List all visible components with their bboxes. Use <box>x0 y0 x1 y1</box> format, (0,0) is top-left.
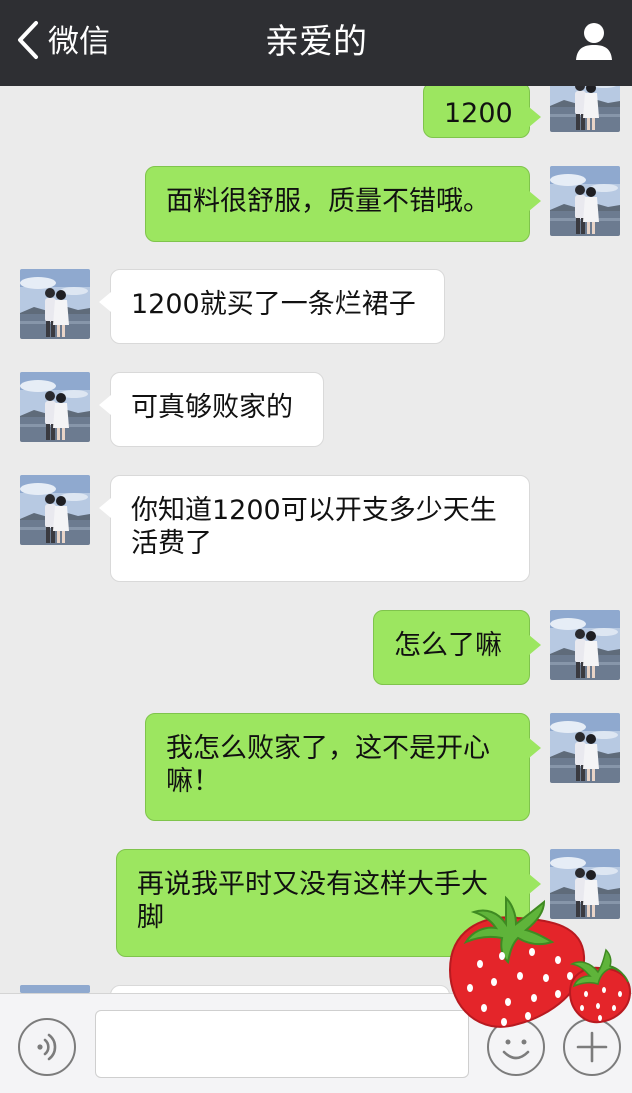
chat-title: 亲爱的 <box>265 22 367 62</box>
message-bubble-sent[interactable]: 1200 <box>423 86 541 138</box>
contact-avatar[interactable] <box>20 985 90 993</box>
contact-avatar[interactable] <box>20 372 90 442</box>
strawberry-sticker-overlay <box>440 890 632 1040</box>
my-avatar[interactable] <box>550 166 620 236</box>
message-bubble-sent[interactable]: 面料很舒服，质量不错哦。 <box>145 166 541 242</box>
message-text-line: 嘛！ <box>166 766 220 797</box>
my-avatar[interactable] <box>550 610 620 680</box>
message-bubble-received[interactable]: 1200就买了一条烂裙子 <box>99 269 445 344</box>
message-text-line: 1200就买了一条烂裙子 <box>131 289 416 320</box>
message-text-line: 我怎么败家了，这不是开心 <box>166 733 490 764</box>
plus-icon <box>565 1031 619 1078</box>
my-avatar[interactable] <box>550 86 620 132</box>
message-bubble-received[interactable]: 你知道1200可以开支多少天生 活费了 <box>99 475 530 582</box>
message-text-line: 怎么了嘛 <box>394 630 502 661</box>
message-text-line: 你知道1200可以开支多少天生 <box>131 495 497 526</box>
top-navigation-bar: 微信 亲爱的 <box>0 0 632 86</box>
message-text-line: 1200 <box>444 98 513 129</box>
voice-button[interactable] <box>18 1018 76 1076</box>
message-input[interactable] <box>95 1010 469 1078</box>
chat-history[interactable]: 1200 面料很舒服，质量不错哦。 1200就买了一条烂裙子 可真够败家的 你知… <box>0 86 632 993</box>
message-bubble-received[interactable] <box>110 985 450 993</box>
message-bubble-sent[interactable]: 怎么了嘛 <box>373 610 541 685</box>
message-bubble-sent[interactable]: 我怎么败家了，这不是开心 嘛！ <box>145 713 541 821</box>
emoji-icon <box>489 1039 543 1074</box>
message-text-line: 面料很舒服，质量不错哦。 <box>166 186 490 217</box>
contact-avatar[interactable] <box>20 475 90 545</box>
contact-avatar[interactable] <box>20 269 90 339</box>
my-avatar[interactable] <box>550 713 620 783</box>
message-bubble-received[interactable]: 可真够败家的 <box>99 372 324 447</box>
message-text-line: 活费了 <box>131 528 212 559</box>
person-icon[interactable] <box>574 20 614 62</box>
message-text-line: 可真够败家的 <box>131 392 293 423</box>
voice-icon <box>20 1033 74 1078</box>
